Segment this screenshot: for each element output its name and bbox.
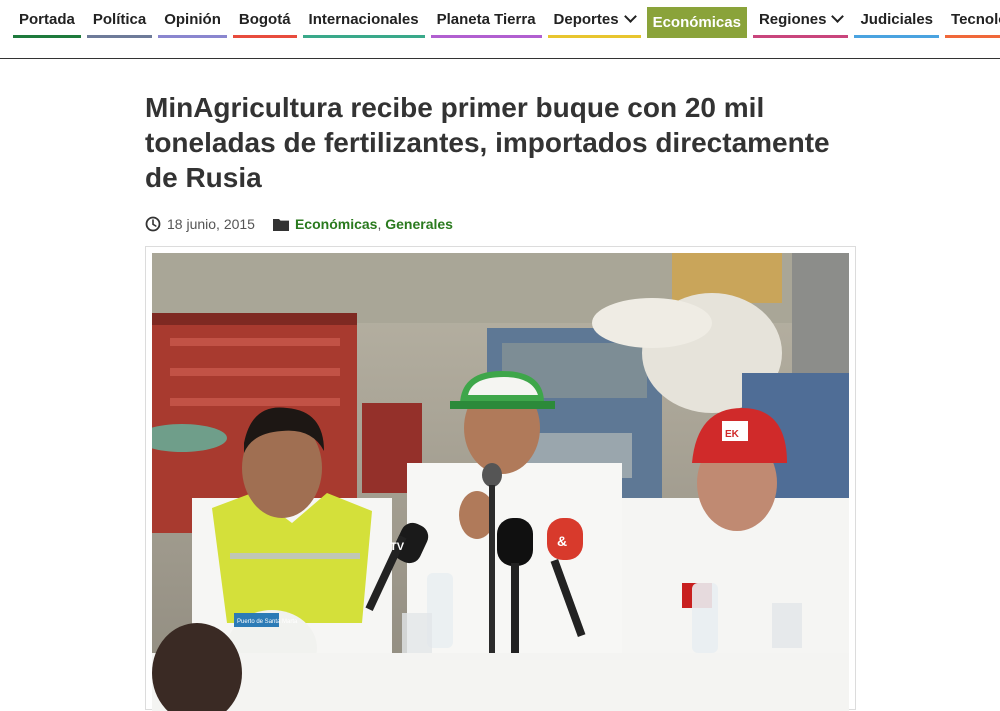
category-link-generales[interactable]: Generales [385,216,453,232]
nav-item-label: Deportes [553,10,619,28]
nav-item-label: Opinión [164,10,221,28]
nav-item-label: Regiones [758,10,827,28]
mic-label-amp: & [557,533,567,549]
nav-item-label: Tecnología [951,10,1000,28]
article-title: MinAgricultura recibe primer buque con 2… [145,92,830,193]
nav-item-portada[interactable]: Portada [13,0,81,38]
nav-item-label: Planeta Tierra [436,10,536,28]
nav-item-tecnologia[interactable]: Tecnología [945,0,1000,38]
press-conference-photo: TV & EK Puerto de Santa Marta [152,253,849,711]
nav-color-bar [854,35,940,38]
clock-icon [145,216,161,232]
nav-color-bar [86,35,153,38]
nav-item-economicas[interactable]: Económicas [646,7,747,38]
nav-item-label: Internacionales [308,10,419,28]
nav-item-regiones[interactable]: Regiones [752,0,849,38]
nav-item-judiciales[interactable]: Judiciales [854,0,940,38]
nav-item-label: Política [92,10,147,28]
nav-item-bogota[interactable]: Bogotá [232,0,297,38]
nav-item-label: Bogotá [238,10,291,28]
featured-image[interactable]: TV & EK Puerto de Santa Marta [152,253,849,711]
category-separator: , [377,216,382,232]
article-meta: 18 junio, 2015 Económicas, Generales [145,214,453,234]
nav-color-bar [232,35,297,38]
nav-color-bar [430,35,542,38]
nav-item-label: Económicas [652,14,741,31]
category-link-economicas[interactable]: Económicas [295,216,377,232]
nav-color-bar [945,35,1000,38]
featured-image-frame: TV & EK Puerto de Santa Marta [145,246,856,711]
hard-hat-text: Puerto de Santa Marta [237,619,298,625]
nav-color-bar [547,35,641,38]
nav-item-deportes[interactable]: Deportes [547,0,641,38]
nav-color-bar [752,35,849,38]
nav-item-label: Judiciales [860,10,934,28]
chevron-down-icon [623,10,637,23]
header-divider [0,58,1000,59]
nav-item-planeta-tierra[interactable]: Planeta Tierra [430,0,542,38]
nav-item-politica[interactable]: Política [86,0,153,38]
nav-color-bar [13,35,81,38]
nav-item-label: Portada [19,10,75,28]
nav-item-internacionales[interactable]: Internacionales [302,0,425,38]
nav-color-bar [158,35,227,38]
cap-logo: EK [725,429,740,440]
nav-item-opinion[interactable]: Opinión [158,0,227,38]
main-nav: Portada Política Opinión Bogotá Internac… [0,0,1000,46]
mic-label-tv: TV [390,541,405,553]
article-date: 18 junio, 2015 [167,216,255,232]
folder-icon [272,219,289,231]
nav-color-bar [302,35,425,38]
chevron-down-icon [831,10,845,23]
